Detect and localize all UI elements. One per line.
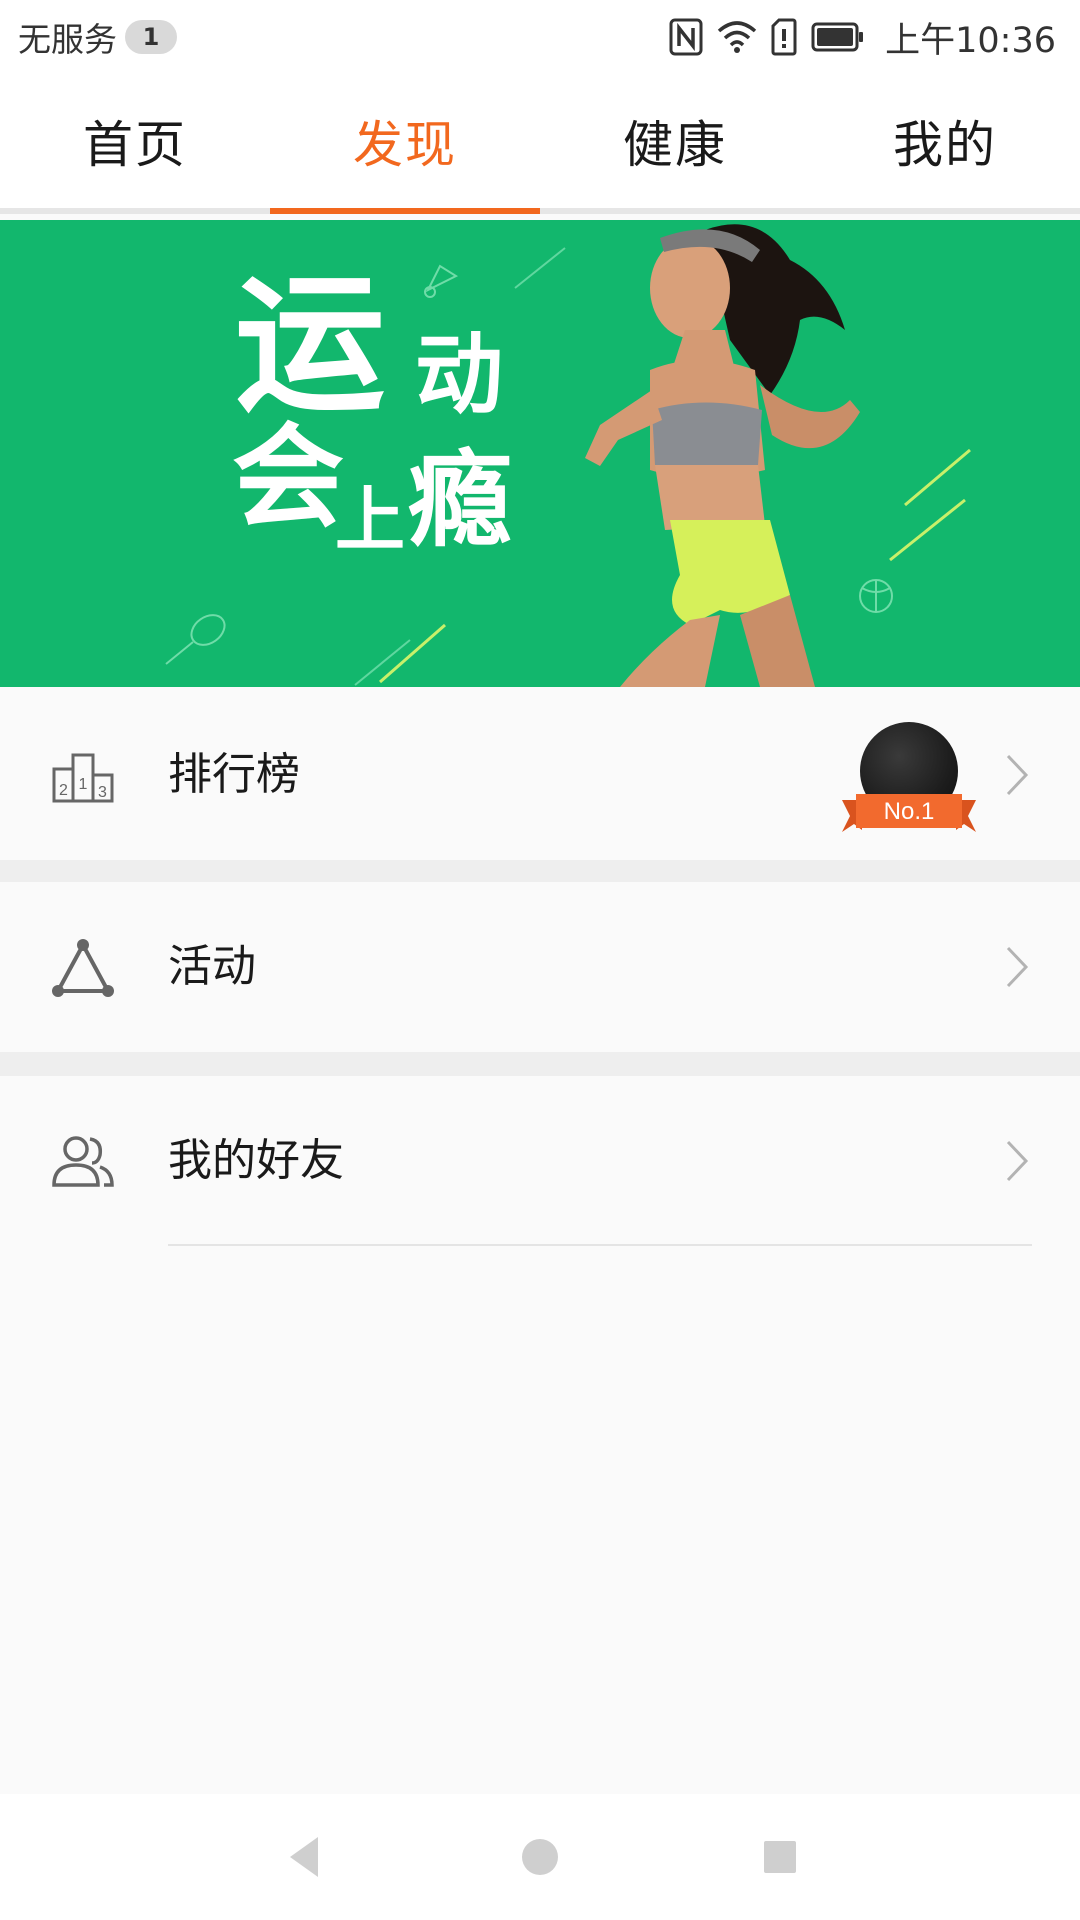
- top-tab-bar: 首页 发现 健康 我的: [0, 74, 1080, 214]
- status-left: 无服务 1: [18, 14, 177, 60]
- list-item-label: 排行榜: [168, 749, 300, 800]
- back-icon[interactable]: [276, 1829, 332, 1885]
- battery-icon: [811, 22, 864, 52]
- chevron-right-icon: [1006, 1140, 1029, 1182]
- slogan-char: 会: [232, 412, 344, 543]
- home-icon[interactable]: [512, 1829, 568, 1885]
- rank-badge-text: No.1: [883, 798, 935, 825]
- svg-text:3: 3: [98, 784, 107, 801]
- slogan-char: 上: [335, 478, 405, 561]
- tab-label: 健康: [623, 116, 727, 174]
- tab-me[interactable]: 我的: [810, 74, 1080, 208]
- chevron-right-icon: [1006, 946, 1029, 988]
- sim-badge: 1: [125, 20, 177, 54]
- list-item-label: 活动: [168, 941, 256, 992]
- active-tab-indicator: [270, 208, 540, 214]
- section-separator: [0, 1052, 1080, 1076]
- list-divider: [168, 1244, 1032, 1246]
- sim-alert-icon: [771, 18, 797, 56]
- discover-screen: 无服务 1 上午10:36 首页 发现 健康 我的 运 动 会 上 瘾 2 1 …: [0, 0, 1080, 1920]
- status-right: 上午10:36: [669, 12, 1056, 62]
- friends-icon: [52, 1136, 114, 1187]
- activity-triangle-icon: [52, 939, 114, 997]
- tab-label: 我的: [893, 116, 997, 174]
- recents-icon[interactable]: [752, 1829, 808, 1885]
- slogan-char: 动: [415, 322, 504, 426]
- tab-home[interactable]: 首页: [0, 74, 270, 208]
- slogan-char: 瘾: [408, 438, 513, 561]
- list-item-activities[interactable]: 活动: [0, 882, 1080, 1052]
- tab-label: 首页: [83, 116, 187, 174]
- list-item-friends[interactable]: 我的好友: [0, 1076, 1080, 1248]
- system-nav-bar: [0, 1794, 1080, 1920]
- svg-text:2: 2: [59, 782, 68, 799]
- status-bar: 无服务 1 上午10:36: [0, 0, 1080, 74]
- banner-slogan: 运 动 会 上 瘾: [0, 220, 1080, 687]
- carrier-text: 无服务: [18, 20, 117, 59]
- status-time: 上午10:36: [885, 20, 1056, 61]
- leaderboard-icon: 2 1 3: [52, 753, 114, 803]
- slogan-char: 运: [235, 257, 386, 433]
- svg-text:1: 1: [79, 776, 88, 793]
- wifi-icon: [717, 21, 757, 53]
- promo-banner[interactable]: 运 动 会 上 瘾: [0, 220, 1080, 687]
- list-item-label: 我的好友: [168, 1135, 344, 1186]
- nfc-icon: [669, 18, 703, 56]
- tab-health[interactable]: 健康: [540, 74, 810, 208]
- section-separator: [0, 860, 1080, 882]
- tab-discover[interactable]: 发现: [270, 74, 540, 214]
- tab-label: 发现: [353, 116, 457, 174]
- chevron-right-icon: [1006, 754, 1029, 796]
